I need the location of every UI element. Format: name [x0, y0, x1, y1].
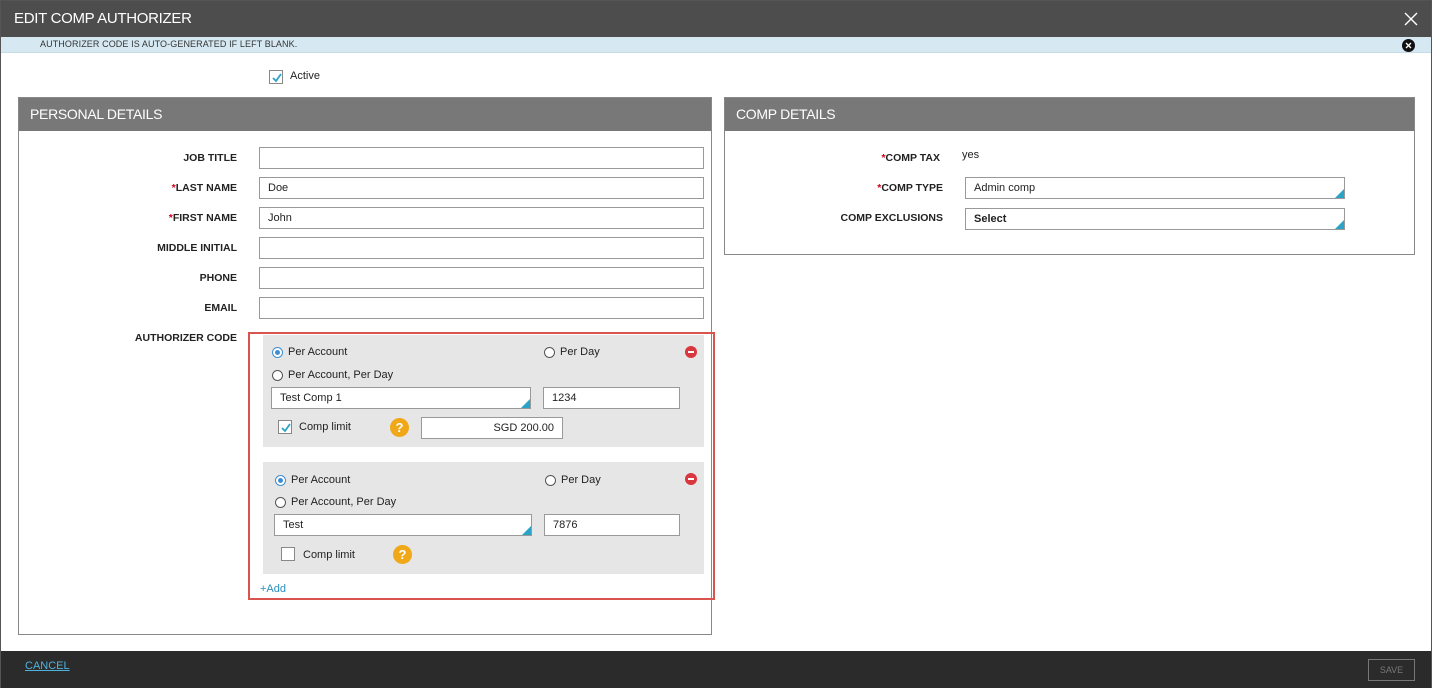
per-account-radio-1[interactable] — [272, 347, 283, 358]
middle-initial-input[interactable] — [259, 237, 704, 259]
comp-select-2[interactable]: Test — [274, 514, 532, 536]
per-account-per-day-label-2: Per Account, Per Day — [291, 496, 397, 508]
per-account-per-day-label-1: Per Account, Per Day — [288, 369, 394, 381]
comp-tax-value: yes — [962, 149, 980, 161]
personal-details-header: PERSONAL DETAILS — [19, 98, 711, 131]
comp-type-label: *COMP TYPE — [877, 182, 943, 194]
close-icon[interactable] — [1403, 11, 1419, 27]
comp-details-header: COMP DETAILS — [725, 98, 1414, 131]
cancel-button[interactable]: CANCEL — [25, 660, 70, 672]
save-button[interactable]: SAVE — [1368, 659, 1415, 681]
comp-type-select[interactable]: Admin comp — [965, 177, 1345, 199]
comp-tax-label: *COMP TAX — [881, 152, 940, 164]
job-title-input[interactable] — [259, 147, 704, 169]
info-banner: AUTHORIZER CODE IS AUTO-GENERATED IF LEF… — [1, 37, 1431, 53]
per-day-radio-2[interactable] — [545, 475, 556, 486]
remove-entry-icon-1[interactable] — [685, 346, 697, 358]
phone-input[interactable] — [259, 267, 704, 289]
active-label: Active — [290, 70, 320, 82]
job-title-label: JOB TITLE — [183, 152, 237, 164]
comp-select-1[interactable]: Test Comp 1 — [271, 387, 531, 409]
email-input[interactable] — [259, 297, 704, 319]
add-authorizer-code-link[interactable]: +Add — [260, 583, 286, 595]
dropdown-triangle-icon — [1335, 220, 1344, 229]
per-account-label-1: Per Account — [288, 346, 348, 358]
dropdown-triangle-icon — [522, 526, 531, 535]
per-account-per-day-radio-2[interactable] — [275, 497, 286, 508]
phone-label: PHONE — [199, 272, 237, 284]
per-day-label-1: Per Day — [560, 346, 600, 358]
help-icon-2[interactable]: ? — [393, 545, 412, 564]
help-icon-1[interactable]: ? — [390, 418, 409, 437]
per-day-label-2: Per Day — [561, 474, 601, 486]
dropdown-triangle-icon — [1335, 189, 1344, 198]
comp-limit-input-1[interactable]: SGD 200.00 — [421, 417, 563, 439]
dialog-footer: CANCEL SAVE — [1, 651, 1431, 688]
authorizer-code-input-1[interactable]: 1234 — [543, 387, 680, 409]
comp-limit-checkbox-2[interactable] — [281, 547, 295, 561]
remove-entry-icon-2[interactable] — [685, 473, 697, 485]
authorizer-code-label: AUTHORIZER CODE — [134, 332, 237, 344]
middle-initial-label: MIDDLE INITIAL — [157, 242, 237, 254]
comp-details-heading: COMP DETAILS — [736, 106, 836, 122]
dismiss-info-icon[interactable] — [1402, 39, 1415, 52]
per-account-per-day-radio-1[interactable] — [272, 370, 283, 381]
edit-comp-authorizer-dialog: EDIT COMP AUTHORIZER AUTHORIZER CODE IS … — [0, 0, 1432, 688]
comp-limit-label-2: Comp limit — [303, 549, 355, 561]
dialog-titlebar: EDIT COMP AUTHORIZER — [1, 1, 1431, 37]
personal-details-heading: PERSONAL DETAILS — [30, 106, 163, 122]
dialog-title: EDIT COMP AUTHORIZER — [14, 10, 192, 27]
comp-exclusions-label: COMP EXCLUSIONS — [840, 212, 944, 224]
active-checkbox[interactable] — [269, 70, 283, 84]
last-name-input[interactable]: Doe — [259, 177, 704, 199]
comp-details-panel: COMP DETAILS — [724, 97, 1415, 255]
comp-limit-checkbox-1[interactable] — [278, 420, 292, 434]
first-name-input[interactable]: John — [259, 207, 704, 229]
per-day-radio-1[interactable] — [544, 347, 555, 358]
last-name-label: *LAST NAME — [171, 182, 237, 194]
info-message: AUTHORIZER CODE IS AUTO-GENERATED IF LEF… — [40, 39, 298, 49]
first-name-label: *FIRST NAME — [168, 212, 237, 224]
authorizer-code-input-2[interactable]: 7876 — [544, 514, 680, 536]
comp-exclusions-select[interactable]: Select — [965, 208, 1345, 230]
per-account-radio-2[interactable] — [275, 475, 286, 486]
per-account-label-2: Per Account — [291, 474, 351, 486]
dropdown-triangle-icon — [521, 399, 530, 408]
email-label: EMAIL — [204, 302, 237, 314]
comp-limit-label-1: Comp limit — [299, 421, 351, 433]
